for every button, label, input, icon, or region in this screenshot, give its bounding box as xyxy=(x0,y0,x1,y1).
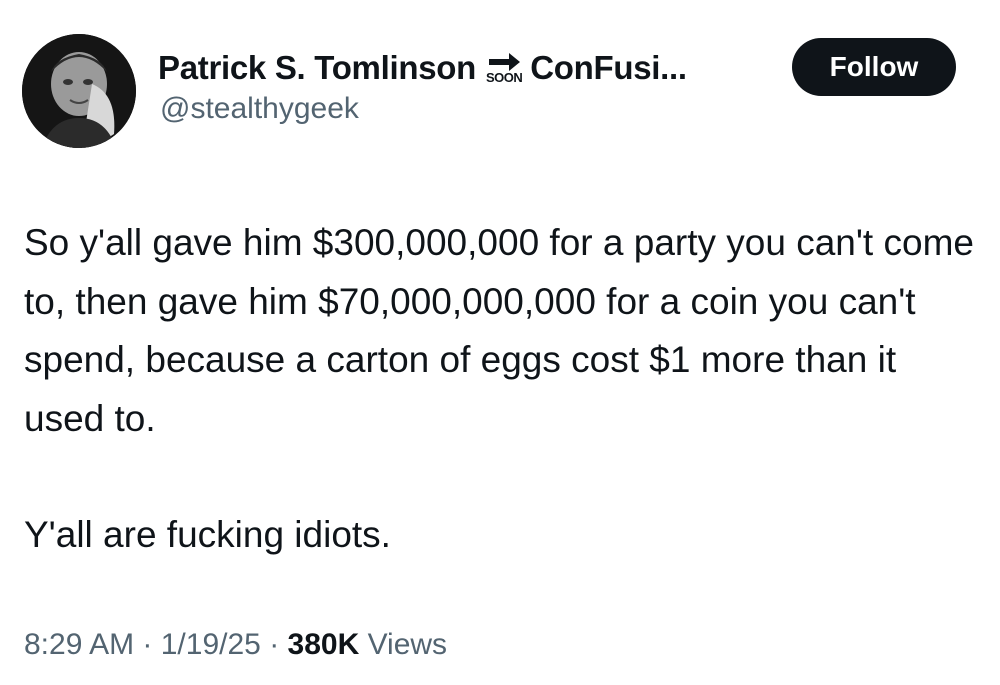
meta-separator: · xyxy=(142,628,161,661)
views-label: Views xyxy=(367,628,448,661)
author-name-row[interactable]: Patrick S. Tomlinson SOON ConFusi... xyxy=(158,46,687,90)
tweet-paragraph: So y'all gave him $300,000,000 for a par… xyxy=(24,222,974,439)
soon-badge-text: SOON xyxy=(485,69,523,85)
follow-button[interactable]: Follow xyxy=(792,38,956,96)
avatar[interactable] xyxy=(22,34,136,148)
arrow-right-icon xyxy=(489,52,521,71)
soon-arrow-icon: SOON xyxy=(485,52,523,85)
tweet-meta: 8:29 AM · 1/19/25 · 380K Views xyxy=(24,628,447,662)
tweet-paragraph: Y'all are fucking idiots. xyxy=(24,514,391,555)
avatar-photo xyxy=(22,34,136,148)
tweet-time[interactable]: 8:29 AM xyxy=(24,628,134,661)
views-count: 380K xyxy=(287,628,368,661)
meta-separator: · xyxy=(269,628,288,661)
tweet-text: So y'all gave him $300,000,000 for a par… xyxy=(24,214,974,565)
author-display-name[interactable]: Patrick S. Tomlinson xyxy=(158,49,476,87)
author-display-name-suffix[interactable]: ConFusi... xyxy=(530,49,687,87)
author-handle[interactable]: @stealthygeek xyxy=(160,92,359,126)
tweet-card: Patrick S. Tomlinson SOON ConFusi... @st… xyxy=(0,0,1000,685)
tweet-date[interactable]: 1/19/25 xyxy=(161,628,261,661)
